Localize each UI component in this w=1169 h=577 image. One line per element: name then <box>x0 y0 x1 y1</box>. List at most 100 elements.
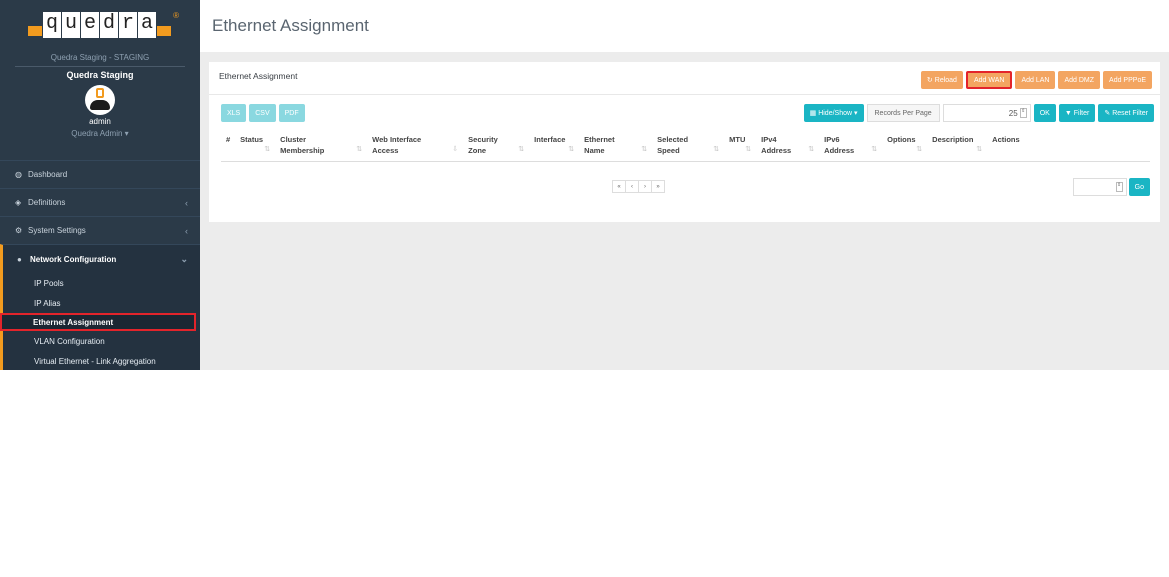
add-dmz-button[interactable]: Add DMZ <box>1058 71 1101 89</box>
column-label: MTU <box>729 135 746 144</box>
spinner-icon[interactable]: ⇕ <box>1115 182 1123 192</box>
column-label: Access <box>372 146 399 155</box>
sort-icon[interactable]: ⇅ <box>976 144 982 155</box>
column-label: Address <box>761 146 792 155</box>
column-header-description[interactable]: Description ⇅ <box>927 132 988 162</box>
reload-label: Reload <box>934 76 957 84</box>
sidebar-item-vlan-configuration[interactable]: VLAN Configuration <box>3 331 200 351</box>
sidebar-item-ip-pools[interactable]: IP Pools <box>3 273 200 293</box>
table-header-row: # Status ⇅ Cluster Membership ⇅ Web Interfa… <box>221 132 1150 162</box>
column-label: Description <box>932 135 974 144</box>
add-wan-button[interactable]: Add WAN <box>965 71 1013 89</box>
column-header-options[interactable]: Options ⇅ <box>882 132 928 162</box>
records-per-page-input[interactable]: 25 ⇕ <box>942 104 1031 122</box>
panel-title: Ethernet Assignment <box>219 71 298 81</box>
sidebar-item-system-settings[interactable]: ⚙ System Settings ‹ <box>0 216 200 244</box>
column-label: Interface <box>534 135 566 144</box>
reset-filter-button[interactable]: ✎ Reset Filter <box>1098 104 1154 122</box>
dashboard-icon: ◍ <box>15 170 22 179</box>
sidebar-item-label: Network Configuration <box>30 254 117 264</box>
records-ok-button[interactable]: OK <box>1033 104 1056 122</box>
export-csv-button[interactable]: CSV <box>249 104 276 122</box>
avatar-body <box>90 100 110 110</box>
logo-letters: q u e d r a <box>43 12 156 38</box>
divider <box>209 94 1160 95</box>
column-label: IPv4 <box>761 135 777 144</box>
user-role-dropdown[interactable]: Quedra Admin ▾ <box>0 129 200 138</box>
column-label: Options <box>887 135 916 144</box>
column-header-ipv4-address[interactable]: IPv4 Address ⇅ <box>756 132 820 162</box>
sort-icon[interactable]: ⇅ <box>518 144 524 155</box>
goto-page: ⇕ Go <box>1072 178 1150 196</box>
column-header-number[interactable]: # <box>221 132 236 162</box>
column-header-security-zone[interactable]: Security Zone ⇅ <box>463 132 530 162</box>
column-header-ethernet-name[interactable]: Ethernet Name ⇅ <box>579 132 653 162</box>
column-header-status[interactable]: Status ⇅ <box>235 132 276 162</box>
next-page-button[interactable]: › <box>638 180 652 193</box>
export-xls-button[interactable]: XLS <box>221 104 247 122</box>
divider <box>15 66 185 67</box>
column-header-ipv6-address[interactable]: IPv6 Address ⇅ <box>819 132 883 162</box>
column-label: Web Interface <box>372 135 422 144</box>
sidebar-item-virtual-ethernet[interactable]: Virtual Ethernet - Link Aggregation <box>3 351 200 370</box>
spinner-icon[interactable]: ⇕ <box>1019 108 1027 118</box>
filter-button[interactable]: ▼ Filter <box>1058 104 1096 122</box>
sort-icon[interactable]: ⇅ <box>808 144 814 155</box>
records-per-page-value: 25 <box>1008 108 1018 118</box>
first-page-button[interactable]: « <box>612 180 626 193</box>
sidebar-item-label: System Settings <box>28 226 86 235</box>
column-header-web-interface-access[interactable]: Web Interface Access ⇩ <box>367 132 464 162</box>
sidebar-nav: ◍ Dashboard ◈ Definitions ‹ ⚙ System Set… <box>0 160 200 370</box>
logo-letter: d <box>100 12 118 38</box>
logo-bar-right <box>157 26 171 36</box>
prev-page-button[interactable]: ‹ <box>625 180 639 193</box>
sidebar-item-definitions[interactable]: ◈ Definitions ‹ <box>0 188 200 216</box>
records-per-page-label: Records Per Page <box>866 104 940 122</box>
column-label: # <box>226 135 231 144</box>
sort-icon[interactable]: ⇅ <box>356 144 362 155</box>
last-page-button[interactable]: » <box>651 180 665 193</box>
reload-button[interactable]: ↻ Reload <box>920 71 963 89</box>
sidebar-item-ethernet-assignment[interactable]: Ethernet Assignment <box>0 313 196 331</box>
sort-icon[interactable]: ⇅ <box>871 144 877 155</box>
goto-page-input[interactable]: ⇕ <box>1072 178 1127 196</box>
column-label: Address <box>824 146 855 155</box>
sidebar-item-network-configuration[interactable]: ● Network Configuration ⌄ <box>0 244 200 273</box>
sidebar: q u e d r a ® Quedra Staging - STAGING Q… <box>0 0 200 370</box>
globe-icon: ● <box>17 254 22 264</box>
sort-icon[interactable]: ⇅ <box>745 144 751 155</box>
quedra-logo[interactable]: q u e d r a ® <box>28 11 179 38</box>
export-pdf-button[interactable]: PDF <box>278 104 305 122</box>
sort-icon[interactable]: ⇅ <box>568 144 574 155</box>
logo-letter: a <box>138 12 156 38</box>
page-header: Ethernet Assignment <box>200 0 1169 52</box>
hide-show-columns-button[interactable]: ▦ Hide/Show ▾ <box>803 104 864 122</box>
column-header-selected-speed[interactable]: Selected Speed ⇅ <box>652 132 725 162</box>
column-header-mtu[interactable]: MTU ⇅ <box>724 132 757 162</box>
column-header-interface[interactable]: Interface ⇅ <box>529 132 580 162</box>
logo-letter: u <box>62 12 80 38</box>
add-pppoe-button[interactable]: Add PPPoE <box>1103 71 1152 89</box>
logo-letter: r <box>119 12 137 38</box>
logo-letter: q <box>43 12 61 38</box>
sidebar-item-dashboard[interactable]: ◍ Dashboard <box>0 160 200 188</box>
go-button[interactable]: Go <box>1128 178 1150 196</box>
column-label: Speed <box>657 146 680 155</box>
sidebar-item-ip-alias[interactable]: IP Alias <box>3 293 200 313</box>
sort-icon[interactable]: ⇩ <box>452 144 458 155</box>
avatar[interactable] <box>85 85 115 115</box>
column-header-cluster-membership[interactable]: Cluster Membership ⇅ <box>275 132 368 162</box>
sort-icon[interactable]: ⇅ <box>264 144 270 155</box>
add-lan-button[interactable]: Add LAN <box>1015 71 1056 89</box>
eraser-icon: ✎ <box>1104 110 1111 117</box>
ethernet-assignment-panel: Ethernet Assignment ↻ Reload Add WAN Add… <box>209 62 1160 222</box>
column-label: Membership <box>280 146 325 155</box>
hide-show-label: Hide/Show ▾ <box>818 110 858 117</box>
reset-filter-label: Reset Filter <box>1112 109 1148 117</box>
network-configuration-submenu: IP Pools IP Alias Ethernet Assignment VL… <box>0 273 200 370</box>
ethernet-table: # Status ⇅ Cluster Membership ⇅ Web Interfa… <box>221 132 1150 162</box>
sort-icon[interactable]: ⇅ <box>641 144 647 155</box>
sort-icon[interactable]: ⇅ <box>916 144 922 155</box>
sort-icon[interactable]: ⇅ <box>713 144 719 155</box>
column-label: Cluster <box>280 135 307 144</box>
